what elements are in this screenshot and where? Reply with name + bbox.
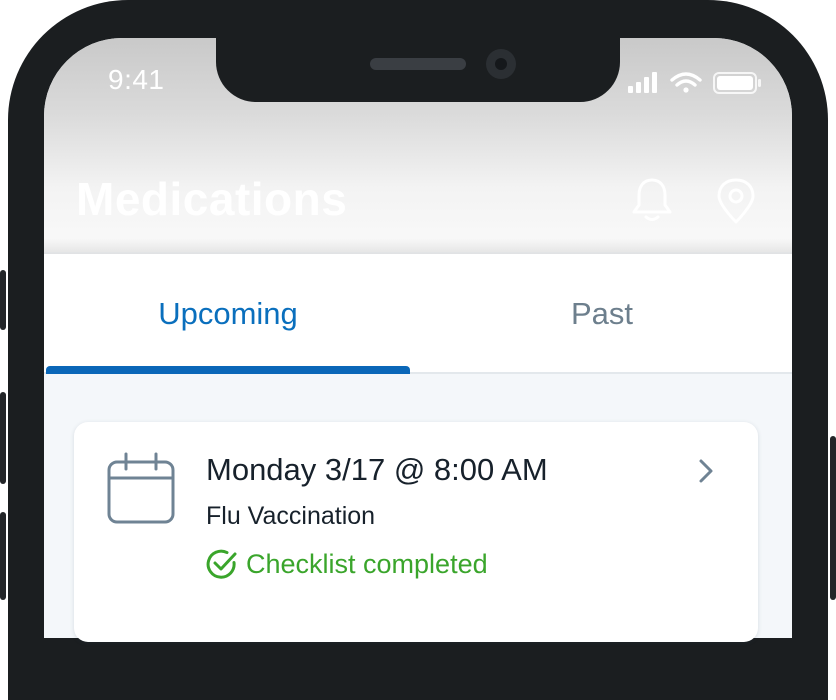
appointment-date: Monday 3/17 @ 8:00 AM (206, 452, 548, 487)
phone-side-button (0, 512, 6, 600)
battery-icon (713, 72, 761, 94)
appointment-card[interactable]: Monday 3/17 @ 8:00 AM Flu Vaccination Ch… (74, 422, 758, 642)
front-camera (486, 49, 516, 79)
phone-side-button (0, 392, 6, 484)
cellular-signal-icon (628, 72, 657, 93)
checklist-status-label: Checklist completed (246, 548, 488, 579)
chevron-right-icon[interactable] (696, 456, 716, 486)
status-icons (628, 72, 761, 94)
check-circle-icon (206, 549, 237, 579)
speaker (370, 58, 466, 70)
header-shadow (44, 238, 792, 254)
tab-upcoming[interactable]: Upcoming (44, 254, 412, 374)
status-time: 9:41 (108, 64, 165, 95)
bell-icon[interactable] (630, 176, 674, 224)
wifi-icon (670, 72, 702, 93)
tab-selected-indicator (46, 366, 410, 374)
location-pin-icon[interactable] (714, 176, 758, 226)
tab-bar: Upcoming Past (44, 254, 792, 374)
checklist-status: Checklist completed (206, 548, 488, 580)
notch (216, 38, 620, 102)
phone-side-button (0, 270, 6, 330)
appointment-title: Flu Vaccination (206, 502, 376, 530)
phone-power-button (830, 436, 836, 600)
calendar-icon (107, 452, 175, 524)
tab-past[interactable]: Past (412, 254, 792, 374)
page-title: Medications (76, 173, 348, 225)
